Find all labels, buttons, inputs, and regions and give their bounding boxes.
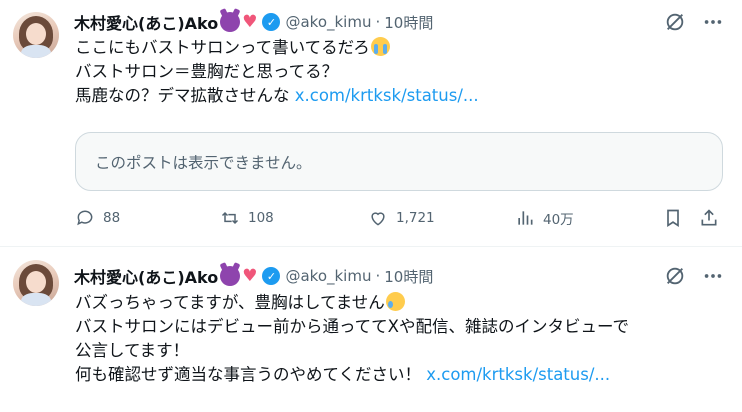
tweet-header: 木村愛心(あこ)Ako ♥ ✓ @ako_kimu · 10時間	[74, 9, 433, 35]
tweet-1[interactable]: 木村愛心(あこ)Ako ♥ ✓ @ako_kimu · 10時間 ここにもバスト…	[0, 0, 742, 246]
tweet-line: 公言してます！	[75, 341, 190, 360]
author-handle[interactable]: @ako_kimu	[285, 267, 371, 285]
tweet-link[interactable]: x.com/krtksk/status/...	[295, 86, 479, 105]
repost-button[interactable]: 108	[220, 208, 274, 228]
more-icon[interactable]	[702, 265, 724, 287]
action-bar: 88 108 1,721 40万	[75, 208, 725, 232]
views-button[interactable]: 40万	[515, 208, 574, 228]
share-button[interactable]	[699, 208, 727, 228]
verified-badge-icon: ✓	[262, 267, 281, 285]
quote-unavailable-text: このポストは表示できません。	[95, 153, 312, 172]
heart-icon	[371, 212, 385, 226]
views-icon	[518, 211, 533, 225]
timestamp[interactable]: 10時間	[384, 266, 433, 287]
repost-icon	[221, 211, 239, 225]
tweet-line: バストサロンにはデビュー前から通っててXや配信、雑誌のインタビューで	[75, 317, 629, 336]
heart-emoji-icon: ♥	[242, 266, 258, 286]
tweet-line: バストサロン＝豊胸だと思ってる？	[75, 62, 339, 81]
grok-icon[interactable]	[664, 265, 686, 287]
reply-button[interactable]: 88	[75, 208, 120, 228]
like-count: 1,721	[396, 210, 435, 226]
tweet-header: 木村愛心(あこ)Ako ♥ ✓ @ako_kimu · 10時間	[74, 263, 433, 289]
avatar[interactable]	[13, 260, 59, 306]
devil-emoji-icon	[220, 12, 241, 32]
heart-emoji-icon: ♥	[242, 12, 258, 32]
tweet-line: ここにもバストサロンって書いてるだろ	[75, 38, 370, 57]
devil-emoji-icon	[220, 266, 241, 286]
smiling-tear-icon	[385, 292, 405, 311]
bookmark-icon	[667, 209, 679, 228]
quote-unavailable-box: このポストは表示できません。	[75, 132, 723, 191]
share-icon	[701, 209, 717, 226]
views-count: 40万	[543, 212, 574, 228]
verified-badge-icon: ✓	[262, 13, 281, 31]
reply-count: 88	[103, 210, 121, 226]
tweet-2[interactable]: 木村愛心(あこ)Ako ♥ ✓ @ako_kimu · 10時間 バズっちゃって…	[0, 247, 742, 412]
grok-icon[interactable]	[664, 11, 686, 33]
timestamp[interactable]: 10時間	[384, 12, 433, 33]
crying-face-icon	[370, 37, 390, 56]
author-name[interactable]: 木村愛心(あこ)Ako	[74, 10, 218, 34]
tweet-text: バズっちゃってますが、豊胸はしてません バストサロンにはデビュー前から通っててX…	[75, 291, 725, 387]
tweet-link[interactable]: x.com/krtksk/status/...	[426, 365, 610, 384]
author-handle[interactable]: @ako_kimu	[285, 13, 371, 31]
separator-dot: ·	[375, 267, 381, 285]
avatar[interactable]	[13, 12, 59, 58]
tweet-line: 馬鹿なの？デマ拡散させんな	[75, 86, 295, 105]
repost-count: 108	[248, 210, 274, 226]
tweet-text: ここにもバストサロンって書いてるだろ バストサロン＝豊胸だと思ってる？ 馬鹿なの…	[75, 36, 725, 108]
separator-dot: ·	[375, 13, 381, 31]
like-button[interactable]: 1,721	[368, 208, 435, 228]
reply-icon	[77, 210, 93, 226]
tweet-line: バズっちゃってますが、豊胸はしてません	[75, 293, 385, 312]
more-icon[interactable]	[702, 11, 724, 33]
bookmark-button[interactable]	[663, 208, 691, 228]
author-name[interactable]: 木村愛心(あこ)Ako	[74, 264, 218, 288]
tweet-line: 何も確認せず適当な事言うのやめてください！	[75, 365, 427, 384]
